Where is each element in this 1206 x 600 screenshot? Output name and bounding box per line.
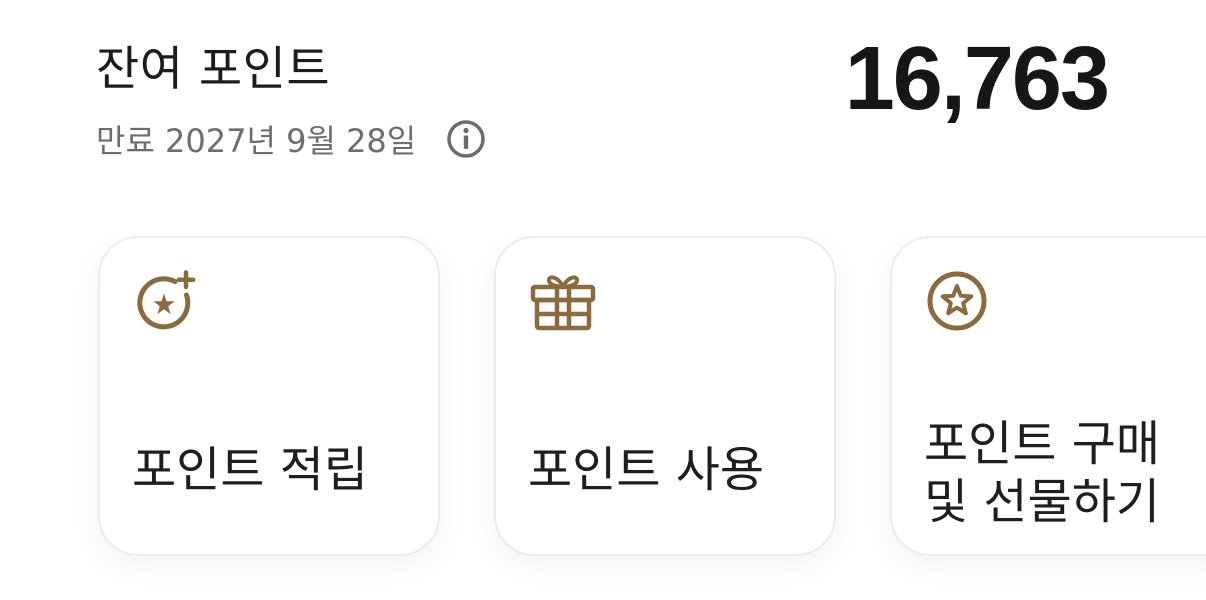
expiry-date: 만료 2027년 9월 28일	[96, 122, 417, 160]
point-actions: 포인트 적립 포인트 사용 포인트 구매 및 선물하기	[0, 236, 1206, 600]
points-summary: 잔여 포인트 16,763 만료 2027년 9월 28일	[0, 0, 1206, 190]
buy-gift-points-label: 포인트 구매 및 선물하기	[924, 415, 1161, 531]
earn-points-label: 포인트 적립	[132, 442, 369, 499]
buy-gift-points-card[interactable]: 포인트 구매 및 선물하기	[890, 236, 1206, 556]
info-icon[interactable]	[446, 119, 486, 159]
use-points-card[interactable]: 포인트 사용	[494, 236, 836, 556]
star-badge-icon	[926, 270, 988, 332]
expiry-row: 만료 2027년 9월 28일	[96, 114, 486, 164]
use-points-label: 포인트 사용	[528, 442, 765, 499]
balance-label: 잔여 포인트	[96, 42, 331, 97]
balance-value: 16,763	[844, 29, 1110, 129]
earn-points-card[interactable]: 포인트 적립	[98, 236, 440, 556]
star-plus-icon	[134, 270, 196, 332]
gift-icon	[530, 270, 596, 332]
